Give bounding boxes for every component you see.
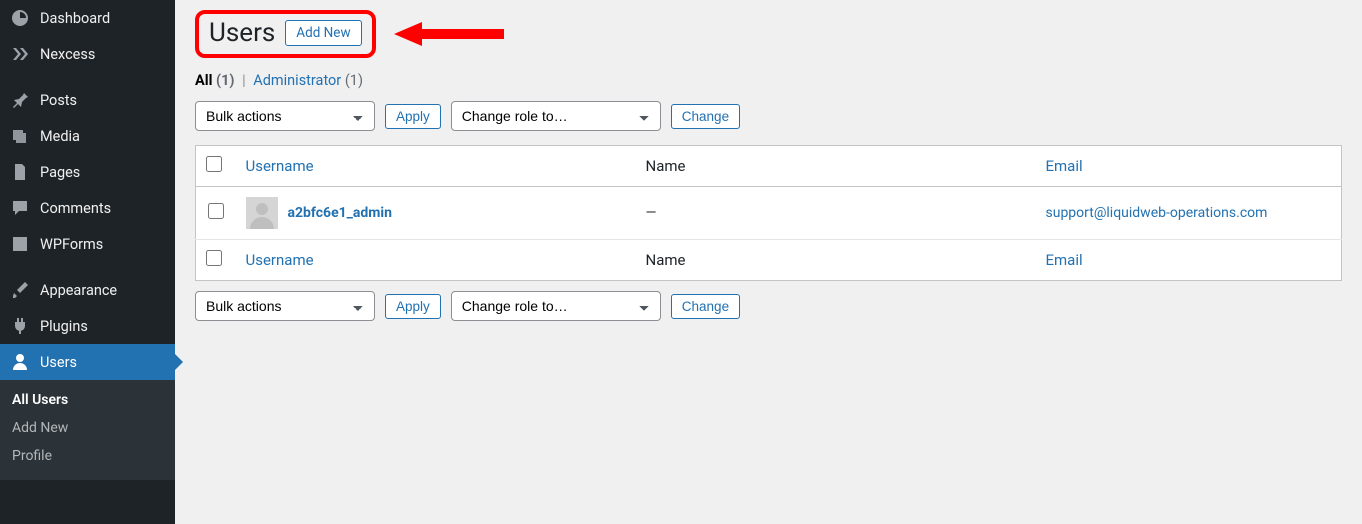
sidebar-item-label: Nexcess	[40, 46, 95, 63]
admin-sidebar: Dashboard Nexcess Posts Media Pages Comm…	[0, 0, 175, 524]
column-email[interactable]: Email	[1036, 240, 1342, 281]
brush-icon	[10, 280, 30, 300]
sidebar-item-nexcess[interactable]: Nexcess	[0, 36, 175, 72]
dashboard-icon	[10, 8, 30, 28]
sidebar-item-label: Pages	[40, 164, 80, 181]
user-icon	[10, 352, 30, 372]
sidebar-item-users[interactable]: Users	[0, 344, 175, 380]
apply-button-bottom[interactable]: Apply	[385, 294, 441, 319]
sidebar-item-posts[interactable]: Posts	[0, 82, 175, 118]
nexcess-icon	[10, 44, 30, 64]
row-checkbox[interactable]	[208, 203, 224, 219]
sidebar-item-label: Users	[40, 354, 77, 371]
change-button-bottom[interactable]: Change	[671, 294, 740, 319]
change-button[interactable]: Change	[671, 104, 740, 129]
email-link[interactable]: support@liquidweb-operations.com	[1046, 205, 1268, 221]
sidebar-item-appearance[interactable]: Appearance	[0, 272, 175, 308]
column-name: Name	[636, 146, 1036, 187]
users-submenu: All Users Add New Profile	[0, 380, 175, 480]
comments-icon	[10, 198, 30, 218]
add-new-button[interactable]: Add New	[285, 20, 361, 46]
sidebar-item-label: Posts	[40, 92, 77, 109]
sidebar-item-label: Comments	[40, 200, 111, 217]
pin-icon	[10, 90, 30, 110]
submenu-all-users[interactable]: All Users	[0, 386, 175, 414]
sidebar-item-media[interactable]: Media	[0, 118, 175, 154]
filter-administrator[interactable]: Administrator (1)	[253, 72, 363, 89]
submenu-profile[interactable]: Profile	[0, 442, 175, 470]
select-all-checkbox[interactable]	[206, 156, 222, 172]
cell-name: —	[636, 187, 1036, 240]
sidebar-item-plugins[interactable]: Plugins	[0, 308, 175, 344]
pages-icon	[10, 162, 30, 182]
main-content: Users Add New All (1) | Administrator (1…	[175, 0, 1362, 524]
sidebar-item-dashboard[interactable]: Dashboard	[0, 0, 175, 36]
sidebar-item-wpforms[interactable]: WPForms	[0, 226, 175, 262]
bottom-controls: Bulk actions Apply Change role to… Chang…	[195, 291, 1342, 321]
wpforms-icon	[10, 234, 30, 254]
select-all-checkbox-bottom[interactable]	[206, 250, 222, 266]
sidebar-item-label: Dashboard	[40, 10, 110, 27]
filter-all[interactable]: All (1)	[195, 72, 235, 89]
column-email[interactable]: Email	[1036, 146, 1342, 187]
submenu-add-new[interactable]: Add New	[0, 414, 175, 442]
sidebar-item-label: Plugins	[40, 318, 88, 335]
users-table: Username Name Email a2bfc6e1_admin	[195, 145, 1342, 281]
role-filters: All (1) | Administrator (1)	[195, 72, 1342, 89]
column-username[interactable]: Username	[236, 146, 636, 187]
top-controls: Bulk actions Apply Change role to… Chang…	[195, 101, 1342, 131]
media-icon	[10, 126, 30, 146]
bulk-action-select[interactable]: Bulk actions	[195, 101, 375, 131]
annotation-arrow-icon	[394, 20, 504, 48]
column-name: Name	[636, 240, 1036, 281]
avatar	[246, 197, 278, 229]
bulk-action-select-bottom[interactable]: Bulk actions	[195, 291, 375, 321]
apply-button[interactable]: Apply	[385, 104, 441, 129]
table-row: a2bfc6e1_admin — support@liquidweb-opera…	[196, 187, 1342, 240]
sidebar-item-label: Media	[40, 128, 80, 145]
sidebar-item-label: Appearance	[40, 282, 117, 299]
annotation-highlight: Users Add New	[195, 10, 376, 58]
change-role-select-bottom[interactable]: Change role to…	[451, 291, 661, 321]
plug-icon	[10, 316, 30, 336]
change-role-select[interactable]: Change role to…	[451, 101, 661, 131]
page-header: Users Add New	[195, 10, 1342, 58]
sidebar-item-label: WPForms	[40, 236, 103, 253]
page-title: Users	[209, 18, 275, 48]
sidebar-item-pages[interactable]: Pages	[0, 154, 175, 190]
column-username[interactable]: Username	[236, 240, 636, 281]
username-link[interactable]: a2bfc6e1_admin	[288, 205, 392, 221]
sidebar-item-comments[interactable]: Comments	[0, 190, 175, 226]
